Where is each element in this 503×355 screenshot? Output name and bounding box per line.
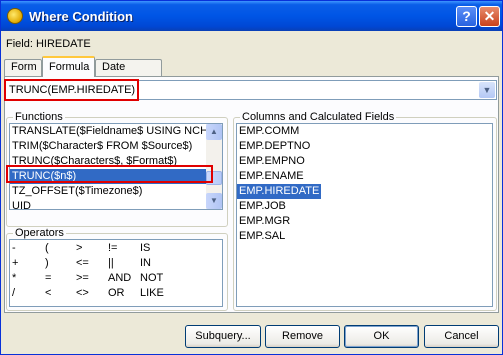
operator-plus[interactable]: + [12,257,18,269]
operator-not-equal[interactable]: != [108,242,117,254]
operator-not[interactable]: NOT [140,272,163,284]
operator-minus[interactable]: - [12,242,16,254]
scroll-up-icon[interactable]: ▲ [206,124,222,140]
operator-not-equal-alt[interactable]: <> [76,287,89,299]
list-item[interactable]: EMP.EMPNO [237,154,492,169]
list-item[interactable]: EMP.ENAME [237,169,492,184]
list-item[interactable]: TZ_OFFSET($Timezone$) [10,184,222,199]
remove-button[interactable]: Remove [265,325,340,348]
title-bar[interactable]: Where Condition ? ✕ [1,1,502,31]
functions-label: Functions [13,111,65,123]
operator-less[interactable]: < [45,287,51,299]
formula-highlight-box [4,79,139,101]
tab-form[interactable]: Form [4,59,42,76]
subquery-button[interactable]: Subquery... [185,325,261,348]
close-button[interactable]: ✕ [479,6,500,27]
operator-like[interactable]: LIKE [140,287,164,299]
operator-in[interactable]: IN [140,257,151,269]
list-item[interactable]: TRIM($Character$ FROM $Source$) [10,139,222,154]
where-condition-dialog: Where Condition ? ✕ Field: HIREDATE Form… [0,0,503,355]
list-item-selected[interactable]: EMP.HIREDATE [237,184,322,199]
help-button[interactable]: ? [456,6,477,27]
operator-close-paren[interactable]: ) [45,257,49,269]
app-icon [7,8,23,24]
operator-and[interactable]: AND [108,272,131,284]
field-label: Field: HIREDATE [6,38,91,50]
list-item[interactable]: EMP.JOB [237,199,492,214]
operator-concat[interactable]: || [108,257,114,269]
operator-or[interactable]: OR [108,287,125,299]
tab-date-range[interactable]: Date Range [95,59,162,88]
operator-equal[interactable]: = [45,272,51,284]
operator-greater-equal[interactable]: >= [76,272,89,284]
cancel-button[interactable]: Cancel [424,325,499,348]
list-item[interactable]: EMP.COMM [237,124,492,139]
columns-list[interactable]: EMP.COMM EMP.DEPTNO EMP.EMPNO EMP.ENAME … [236,123,493,307]
columns-label: Columns and Calculated Fields [240,111,397,123]
window-title: Where Condition [29,9,133,24]
list-item[interactable]: UID [10,199,222,209]
operator-multiply[interactable]: * [12,272,16,284]
operator-is[interactable]: IS [140,242,150,254]
list-item[interactable]: EMP.MGR [237,214,492,229]
operator-open-paren[interactable]: ( [45,242,49,254]
ok-button[interactable]: OK [344,325,419,348]
list-item[interactable]: EMP.SAL [237,229,492,244]
chevron-down-icon[interactable]: ▼ [479,82,495,98]
list-item[interactable]: EMP.DEPTNO [237,139,492,154]
scroll-down-icon[interactable]: ▼ [206,193,222,209]
operator-divide[interactable]: / [12,287,15,299]
operators-label: Operators [13,227,66,239]
operator-less-equal[interactable]: <= [76,257,89,269]
operator-greater[interactable]: > [76,242,82,254]
tab-formula[interactable]: Formula [42,56,95,77]
function-highlight-box [6,165,213,183]
list-item[interactable]: TRANSLATE($Fieldname$ USING NCHAR [10,124,222,139]
